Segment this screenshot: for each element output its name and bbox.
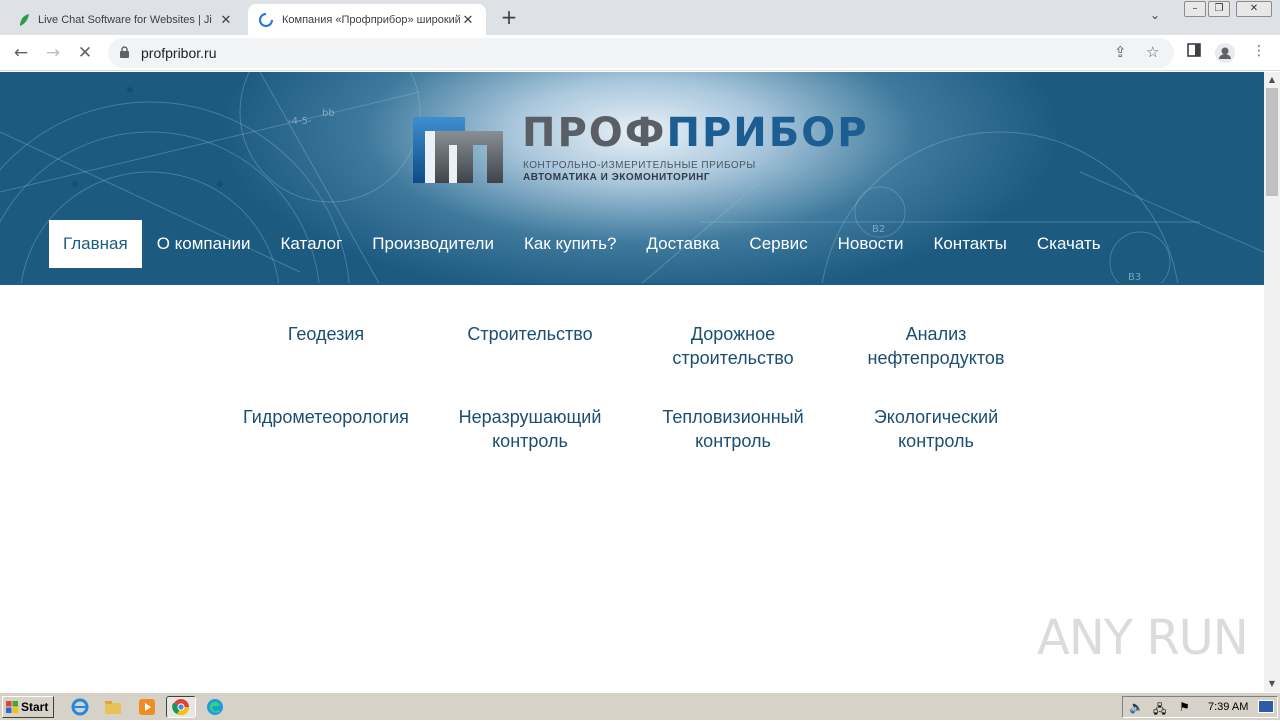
profile-avatar-icon[interactable] [1215,43,1235,63]
menu-item-download[interactable]: Скачать [1022,220,1116,268]
restore-button[interactable]: ❐ [1208,1,1230,17]
start-label: Start [21,700,49,714]
category-label: Гидрометеорология [243,407,409,427]
page-scrollbar[interactable]: ▲ ▼ [1264,72,1280,692]
forward-arrow-icon[interactable]: → [41,41,65,65]
category-label-line1: Неразрушающий [458,407,602,427]
logo-subtitle-2: АВТОМАТИКА И ЭКОМОНИТОРИНГ [523,172,711,183]
windows-taskbar: Start 🔈 🖧 ⚑ 7:39 AM [0,692,1280,720]
stop-loading-icon[interactable]: ✕ [73,41,97,65]
close-tab-icon[interactable]: ✕ [218,12,234,28]
bookmark-star-icon[interactable]: ☆ [1146,43,1159,61]
category-link-ndt[interactable]: Неразрушающий контроль [430,405,630,453]
svg-text:-4-5-: -4-5- [288,116,312,127]
chrome-taskbar-button[interactable] [166,696,196,718]
scroll-up-arrow-icon[interactable]: ▲ [1264,72,1280,88]
menu-item-catalog[interactable]: Каталог [265,220,357,268]
start-button[interactable]: Start [2,696,54,718]
back-arrow-icon[interactable]: ← [9,41,33,65]
menu-item-how-to-buy[interactable]: Как купить? [509,220,631,268]
category-link-construction[interactable]: Строительство [430,322,630,346]
scroll-down-arrow-icon[interactable]: ▼ [1264,676,1280,692]
lock-icon [120,46,129,58]
logo-name-part2: ПРИБОР [666,110,869,156]
explorer-icon[interactable] [104,698,122,716]
tab-title: Компания «Профприбор» широкий [282,13,460,26]
menu-item-about[interactable]: О компании [142,220,266,268]
category-label-line2: строительство [672,348,794,368]
browser-toolbar: ← → ✕ profpribor.ru ⇪ ☆ ⋮ [0,35,1280,71]
category-label: Строительство [467,324,593,344]
action-center-flag-icon[interactable]: ⚑ [1179,700,1190,714]
taskbar-clock[interactable]: 7:39 AM [1208,701,1248,713]
category-label-line1: Тепловизионный [662,407,804,427]
chrome-icon [172,699,190,716]
url-text: profpribor.ru [141,45,217,61]
tab-search-chevron-icon[interactable]: ⌄ [1150,8,1160,22]
category-label-line2: нефтепродуктов [867,348,1005,368]
tab-strip: Live Chat Software for Websites | Ji ✕ К… [0,0,1280,35]
category-link-geodesy[interactable]: Геодезия [226,322,426,346]
menu-kebab-icon[interactable]: ⋮ [1249,43,1269,63]
side-panel-icon[interactable] [1184,43,1204,63]
close-tab-icon[interactable]: ✕ [460,12,476,28]
logo-name-part1: ПРОФ [522,110,667,156]
close-window-button[interactable]: ✕ [1236,1,1272,17]
media-player-icon[interactable] [138,698,156,716]
network-icon[interactable]: 🖧 [1153,700,1166,721]
svg-text:B3: B3 [1128,272,1141,283]
logo-subtitle-1: КОНТРОЛЬНО-ИЗМЕРИТЕЛЬНЫЕ ПРИБОРЫ [523,160,756,171]
site-header-banner: -4-5- bb B2 B3 ПРОФПРИБОР КОНТРОЛЬНО-ИЗМЕР… [0,72,1264,285]
new-tab-button[interactable]: + [496,6,522,30]
category-label-line1: Дорожное [690,324,776,344]
category-label-line2: контроль [695,431,771,451]
menu-item-service[interactable]: Сервис [734,220,822,268]
scrollbar-thumb[interactable] [1266,88,1278,196]
profpribor-logo-icon [413,117,503,183]
menu-item-news[interactable]: Новости [823,220,919,268]
ie-icon[interactable] [71,698,89,716]
volume-icon[interactable]: 🔈 [1129,700,1144,714]
category-label-line2: контроль [492,431,568,451]
page-viewport: -4-5- bb B2 B3 ПРОФПРИБОР КОНТРОЛЬНО-ИЗМЕР… [0,72,1264,692]
category-label-line1: Анализ [905,324,967,344]
address-bar[interactable]: profpribor.ru ⇪ ☆ [108,38,1174,68]
svg-text:bb: bb [322,108,335,119]
anyrun-watermark: ANY RUN [1037,610,1249,666]
loading-spinner-icon [259,12,273,27]
system-tray: 🔈 🖧 ⚑ [1122,696,1278,718]
main-menu: Главная О компании Каталог Производители… [49,220,1116,268]
menu-item-delivery[interactable]: Доставка [631,220,734,268]
category-link-road-construction[interactable]: Дорожное строительство [633,322,833,370]
site-logo-name[interactable]: ПРОФПРИБОР [522,110,869,156]
minimize-button[interactable]: – [1184,1,1206,17]
category-label-line1: Экологический [873,407,999,427]
category-link-thermal-imaging[interactable]: Тепловизионный контроль [633,405,833,453]
tab-profpribor[interactable]: Компания «Профприбор» широкий ✕ [248,4,486,35]
category-label-line2: контроль [898,431,974,451]
windows-flag-icon [6,701,18,713]
leaf-favicon-icon [20,13,29,26]
tab-title: Live Chat Software for Websites | Ji [38,13,212,26]
tab-livechat[interactable]: Live Chat Software for Websites | Ji ✕ [8,4,244,35]
menu-item-home[interactable]: Главная [49,220,142,268]
menu-item-contacts[interactable]: Контакты [918,220,1021,268]
category-label: Геодезия [287,324,365,344]
category-link-ecology[interactable]: Экологический контроль [836,405,1036,453]
show-desktop-icon[interactable] [1258,700,1274,713]
category-link-oil-analysis[interactable]: Анализ нефтепродуктов [836,322,1036,370]
category-link-hydrometeorology[interactable]: Гидрометеорология [226,405,426,429]
menu-item-manufacturers[interactable]: Производители [357,220,509,268]
share-icon[interactable]: ⇪ [1114,43,1127,61]
edge-icon[interactable] [206,698,224,716]
